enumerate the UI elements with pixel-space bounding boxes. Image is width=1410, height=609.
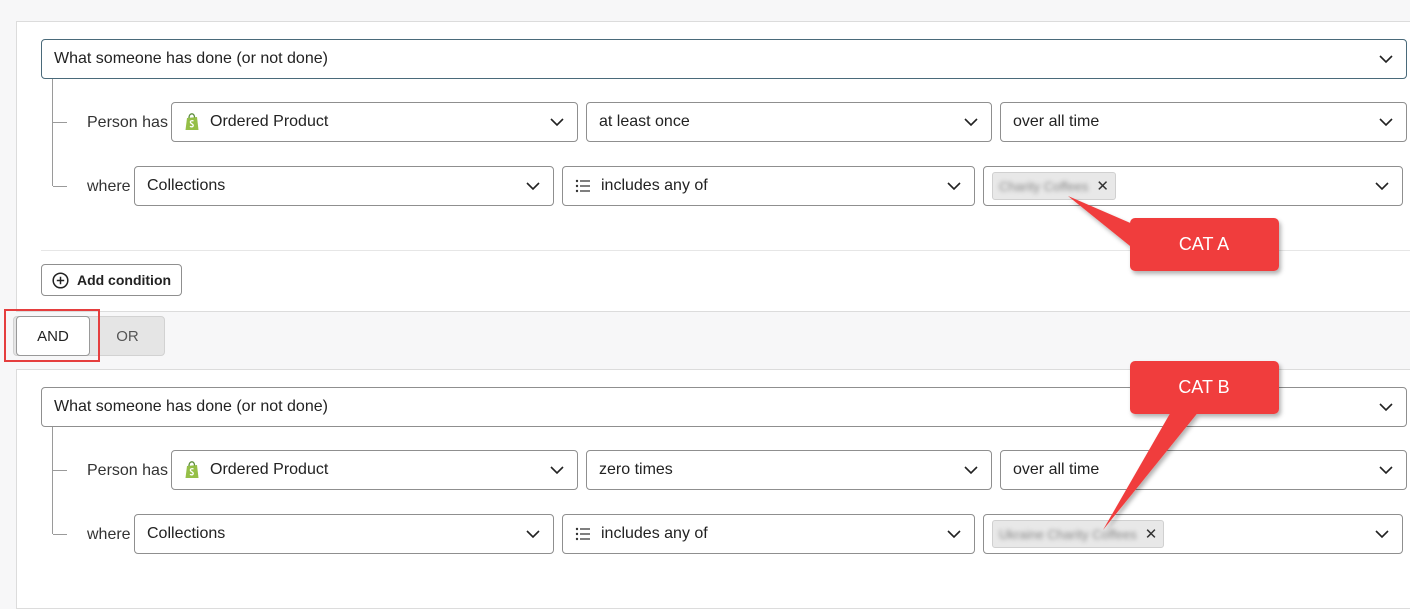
shopify-bag-icon xyxy=(185,113,199,130)
where-label: where xyxy=(87,526,131,543)
value-tag: Ukraine Charity Coffees ✕ xyxy=(992,520,1165,548)
close-icon[interactable]: ✕ xyxy=(1145,525,1158,543)
time-range-select[interactable]: over all time xyxy=(1000,102,1407,142)
filter-group-1: What someone has done (or not done) Pers… xyxy=(16,21,1410,312)
operator-label: includes any of xyxy=(601,525,708,542)
value-tag-label: Charity Coffees xyxy=(999,178,1089,194)
time-range-label: over all time xyxy=(1013,113,1100,130)
definition-type-select[interactable]: What someone has done (or not done) xyxy=(41,39,1407,79)
frequency-select[interactable]: zero times xyxy=(586,450,992,490)
chevron-down-icon xyxy=(1379,403,1393,412)
value-multiselect[interactable]: Ukraine Charity Coffees ✕ xyxy=(983,514,1403,554)
chevron-down-icon xyxy=(947,182,961,191)
list-icon xyxy=(575,179,590,193)
shopify-bag-icon xyxy=(185,461,199,478)
tree-connector xyxy=(52,427,53,534)
add-condition-label: Add condition xyxy=(76,272,172,288)
plus-circle-icon xyxy=(52,271,69,289)
filter-group-2: What someone has done (or not done) Pers… xyxy=(16,369,1410,609)
tree-connector xyxy=(52,79,53,186)
or-button[interactable]: OR xyxy=(90,316,165,356)
chevron-down-icon xyxy=(550,118,564,127)
where-label: where xyxy=(87,178,131,195)
metric-select[interactable]: Ordered Product xyxy=(171,450,578,490)
operator-select[interactable]: includes any of xyxy=(562,166,975,206)
close-icon[interactable]: ✕ xyxy=(1096,177,1109,195)
chevron-down-icon xyxy=(947,530,961,539)
property-label: Collections xyxy=(147,525,226,542)
chevron-down-icon xyxy=(550,466,564,475)
person-has-label: Person has xyxy=(87,114,168,131)
operator-label: includes any of xyxy=(601,177,708,194)
chevron-down-icon xyxy=(1375,182,1389,191)
property-select[interactable]: Collections xyxy=(134,514,554,554)
chevron-down-icon xyxy=(526,182,540,191)
frequency-select[interactable]: at least once xyxy=(586,102,992,142)
chevron-down-icon xyxy=(1379,118,1393,127)
operator-select[interactable]: includes any of xyxy=(562,514,975,554)
time-range-label: over all time xyxy=(1013,461,1100,478)
chevron-down-icon xyxy=(964,118,978,127)
metric-label: Ordered Product xyxy=(210,113,329,130)
list-icon xyxy=(575,527,590,541)
tree-branch xyxy=(53,534,67,535)
person-has-label: Person has xyxy=(87,462,168,479)
chevron-down-icon xyxy=(1375,530,1389,539)
frequency-label: zero times xyxy=(599,461,673,478)
value-tag: Charity Coffees ✕ xyxy=(992,172,1116,200)
value-tag-label: Ukraine Charity Coffees xyxy=(999,526,1137,542)
chevron-down-icon xyxy=(1379,55,1393,64)
value-multiselect[interactable]: Charity Coffees ✕ xyxy=(983,166,1403,206)
callout-a-label: CAT A xyxy=(1178,234,1230,254)
chevron-down-icon xyxy=(1379,466,1393,475)
highlight-box xyxy=(4,309,100,362)
add-condition-button[interactable]: Add condition xyxy=(41,264,182,296)
property-label: Collections xyxy=(147,177,226,194)
tree-branch xyxy=(53,122,67,123)
chevron-down-icon xyxy=(526,530,540,539)
property-select[interactable]: Collections xyxy=(134,166,554,206)
tree-branch xyxy=(53,186,67,187)
definition-type-label: What someone has done (or not done) xyxy=(54,50,328,67)
frequency-label: at least once xyxy=(599,113,690,130)
chevron-down-icon xyxy=(964,466,978,475)
callout-b-label: CAT B xyxy=(1178,377,1230,397)
metric-label: Ordered Product xyxy=(210,461,329,478)
metric-select[interactable]: Ordered Product xyxy=(171,102,578,142)
definition-type-label: What someone has done (or not done) xyxy=(54,398,328,415)
tree-branch xyxy=(53,470,67,471)
time-range-select[interactable]: over all time xyxy=(1000,450,1407,490)
